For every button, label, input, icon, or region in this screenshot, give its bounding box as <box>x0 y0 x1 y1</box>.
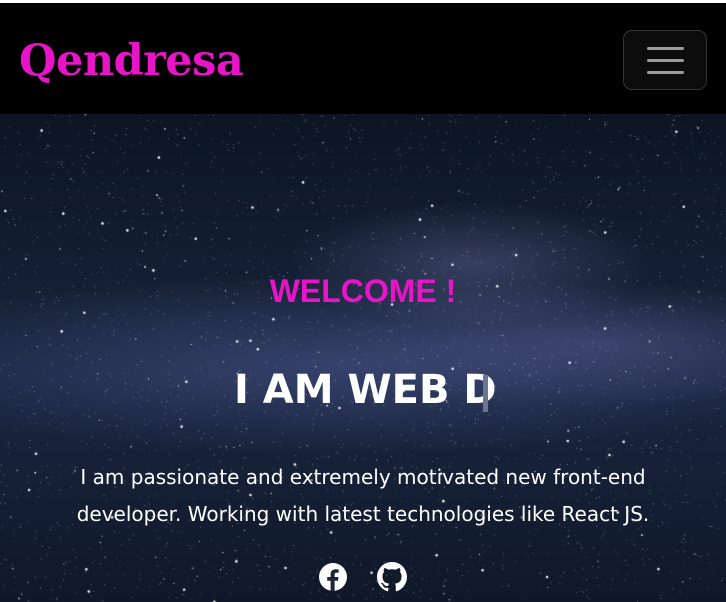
hero-section: WELCOME ! I AM WEB D I am passionate and… <box>0 114 726 602</box>
navbar-toggler-button[interactable] <box>623 30 707 90</box>
social-links <box>318 562 410 594</box>
welcome-heading: WELCOME ! <box>269 273 457 309</box>
navbar: Qendresa <box>0 3 726 114</box>
typed-headline: I AM WEB D <box>234 367 497 413</box>
brand-logo[interactable]: Qendresa <box>19 35 244 87</box>
facebook-icon[interactable] <box>318 562 348 592</box>
hero-description: I am passionate and extremely motivated … <box>76 465 650 526</box>
typing-cursor <box>483 375 488 412</box>
github-icon[interactable] <box>377 562 407 592</box>
